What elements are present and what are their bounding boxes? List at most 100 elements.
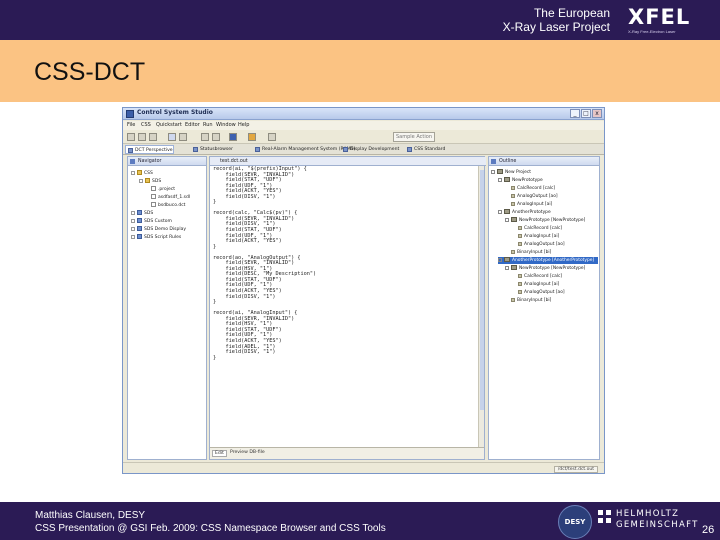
outline-header[interactable]: Outline (489, 157, 599, 166)
outline-item-label: AnalogOutput [ao] (524, 242, 565, 247)
outline-item[interactable]: AnotherPrototype (498, 209, 551, 216)
tab-edit[interactable]: Edit (212, 450, 227, 457)
tab-preview-db-file[interactable]: Preview DB-file (230, 450, 265, 455)
tab-statusbrowser[interactable]: Statusbrowser (191, 145, 233, 154)
expand-icon[interactable] (139, 178, 143, 183)
institution-line-1: The European (533, 6, 610, 20)
editor-tab[interactable]: test.dct.out (210, 157, 486, 166)
tab-rams[interactable]: Real-Alarm Management System (RAMS) (253, 145, 355, 154)
outline-item[interactable]: NewPrototype (498, 177, 543, 184)
menu-run[interactable]: Run (203, 122, 213, 128)
maximize-button[interactable]: □ (581, 109, 591, 118)
expand-icon[interactable] (491, 169, 495, 174)
outline-item[interactable]: AnalogInput [ai] (518, 233, 559, 240)
minimize-button[interactable]: _ (570, 109, 580, 118)
expand-icon[interactable] (131, 210, 135, 215)
outline-item[interactable]: AnalogInput [ai] (518, 281, 559, 288)
expand-icon[interactable] (498, 177, 502, 182)
outline-item-label: CalcRecord [calc] (517, 186, 556, 191)
outline-item[interactable]: AnalogOutput [ao] (518, 241, 565, 248)
navigator-icon (130, 159, 135, 164)
tree-item[interactable]: SDS Script Rules (131, 234, 181, 241)
xfel-logo-subtitle: X-Ray Free-Electron Laser (628, 29, 676, 34)
menu-quickstart[interactable]: Quickstart (156, 122, 182, 128)
outline-item[interactable]: CalcRecord [calc] (518, 273, 562, 280)
expand-icon[interactable] (498, 209, 502, 214)
code-text[interactable]: record(ai, "$(prefix)Input") { field(SEV… (213, 166, 316, 361)
outline-item[interactable]: New Project (491, 169, 531, 176)
outline-item[interactable]: AnalogOutput [ao] (518, 289, 565, 296)
outline-item[interactable]: NewPrototype [NewPrototype] (505, 265, 585, 272)
outline-item[interactable]: CalcRecord [calc] (511, 185, 555, 192)
expand-icon[interactable] (505, 217, 509, 222)
window-title: Control System Studio (137, 109, 213, 116)
expand-icon[interactable] (131, 170, 135, 175)
tab-dct-perspective[interactable]: DCT Perspective (125, 145, 174, 154)
expand-icon[interactable] (131, 226, 135, 231)
window-titlebar: Control System Studio _ □ x (123, 108, 604, 120)
new-icon[interactable] (127, 133, 135, 141)
print-icon[interactable] (149, 133, 157, 141)
perspective-icon (343, 147, 348, 152)
scrollbar-thumb[interactable] (480, 170, 484, 410)
outline-item-label: NewPrototype (512, 178, 543, 183)
save-icon[interactable] (138, 133, 146, 141)
tree-item[interactable]: asdfasdf_1.sdl (151, 194, 190, 201)
expand-icon[interactable] (505, 265, 509, 270)
forward-icon[interactable] (212, 133, 220, 141)
outline-item-label: CalcRecord [calc] (524, 226, 563, 231)
close-button[interactable]: x (592, 109, 602, 118)
run-icon[interactable] (168, 133, 176, 141)
outline-item-label: AnalogInput [ai] (524, 282, 560, 287)
slide-title: CSS-DCT (34, 58, 146, 86)
tree-item[interactable]: SDS (131, 210, 153, 217)
tree-item[interactable]: SDS Demo Display (131, 226, 186, 233)
sample-action-combo[interactable]: Sample Action (393, 132, 435, 142)
outline-item[interactable]: BinaryInput [bi] (511, 297, 551, 304)
menu-editor[interactable]: Editor (185, 122, 200, 128)
container-icon (511, 217, 517, 222)
outline-item[interactable]: AnalogInput [ai] (511, 201, 552, 208)
outline-item[interactable]: CalcRecord [calc] (518, 225, 562, 232)
outline-item-label: AnalogInput [ai] (524, 234, 560, 239)
outline-item[interactable]: NewPrototype [NewPrototype] (505, 217, 585, 224)
record-icon (518, 273, 522, 278)
status-path: /dct/test.dct.out (553, 466, 598, 473)
search-icon[interactable] (248, 133, 256, 141)
tab-css-standard[interactable]: CSS Standard (405, 145, 445, 154)
xfel-logo: XFEL (628, 5, 691, 29)
tree-item[interactable]: SDS (139, 178, 161, 185)
container-icon (497, 169, 503, 174)
editor-scrollbar[interactable] (478, 166, 484, 447)
project-icon (137, 210, 142, 215)
outline-item-label: New Project (505, 170, 531, 175)
tab-display-development[interactable]: Display Development (341, 145, 399, 154)
outline-item-selected[interactable]: AnotherPrototype [AnotherPrototype] (498, 257, 598, 264)
tree-item[interactable]: CSS (131, 170, 153, 177)
tree-item[interactable]: bsdbuco.dct (151, 202, 185, 209)
menu-window[interactable]: Window (216, 122, 236, 128)
menu-file[interactable]: File (127, 122, 135, 128)
helmholtz-logo-text: HELMHOLTZ GEMEINSCHAFT (616, 509, 699, 531)
camera-icon[interactable] (268, 133, 276, 141)
outline-item[interactable]: BinaryInput [bi] (511, 249, 551, 256)
open-perspective-icon[interactable] (229, 133, 237, 141)
expand-icon[interactable] (498, 257, 502, 262)
menu-css[interactable]: CSS (141, 122, 151, 128)
helmholtz-line-2: GEMEINSCHAFT (616, 520, 699, 530)
outline-item-label: CalcRecord [calc] (524, 274, 563, 279)
menu-help[interactable]: Help (238, 122, 249, 128)
tree-item[interactable]: .project (151, 186, 175, 193)
institution-tagline: The European X-Ray Laser Project (503, 6, 610, 34)
outline-item[interactable]: AnalogOutput [ao] (511, 193, 558, 200)
expand-icon[interactable] (131, 218, 135, 223)
tree-item[interactable]: SDS Custom (131, 218, 172, 225)
navigator-header[interactable]: Navigator (128, 157, 206, 166)
back-icon[interactable] (201, 133, 209, 141)
helmholtz-line-1: HELMHOLTZ (616, 509, 680, 519)
status-bar: /dct/test.dct.out (123, 462, 604, 473)
window-controls: _ □ x (570, 109, 602, 118)
debug-icon[interactable] (179, 133, 187, 141)
expand-icon[interactable] (131, 234, 135, 239)
record-icon (518, 225, 522, 230)
